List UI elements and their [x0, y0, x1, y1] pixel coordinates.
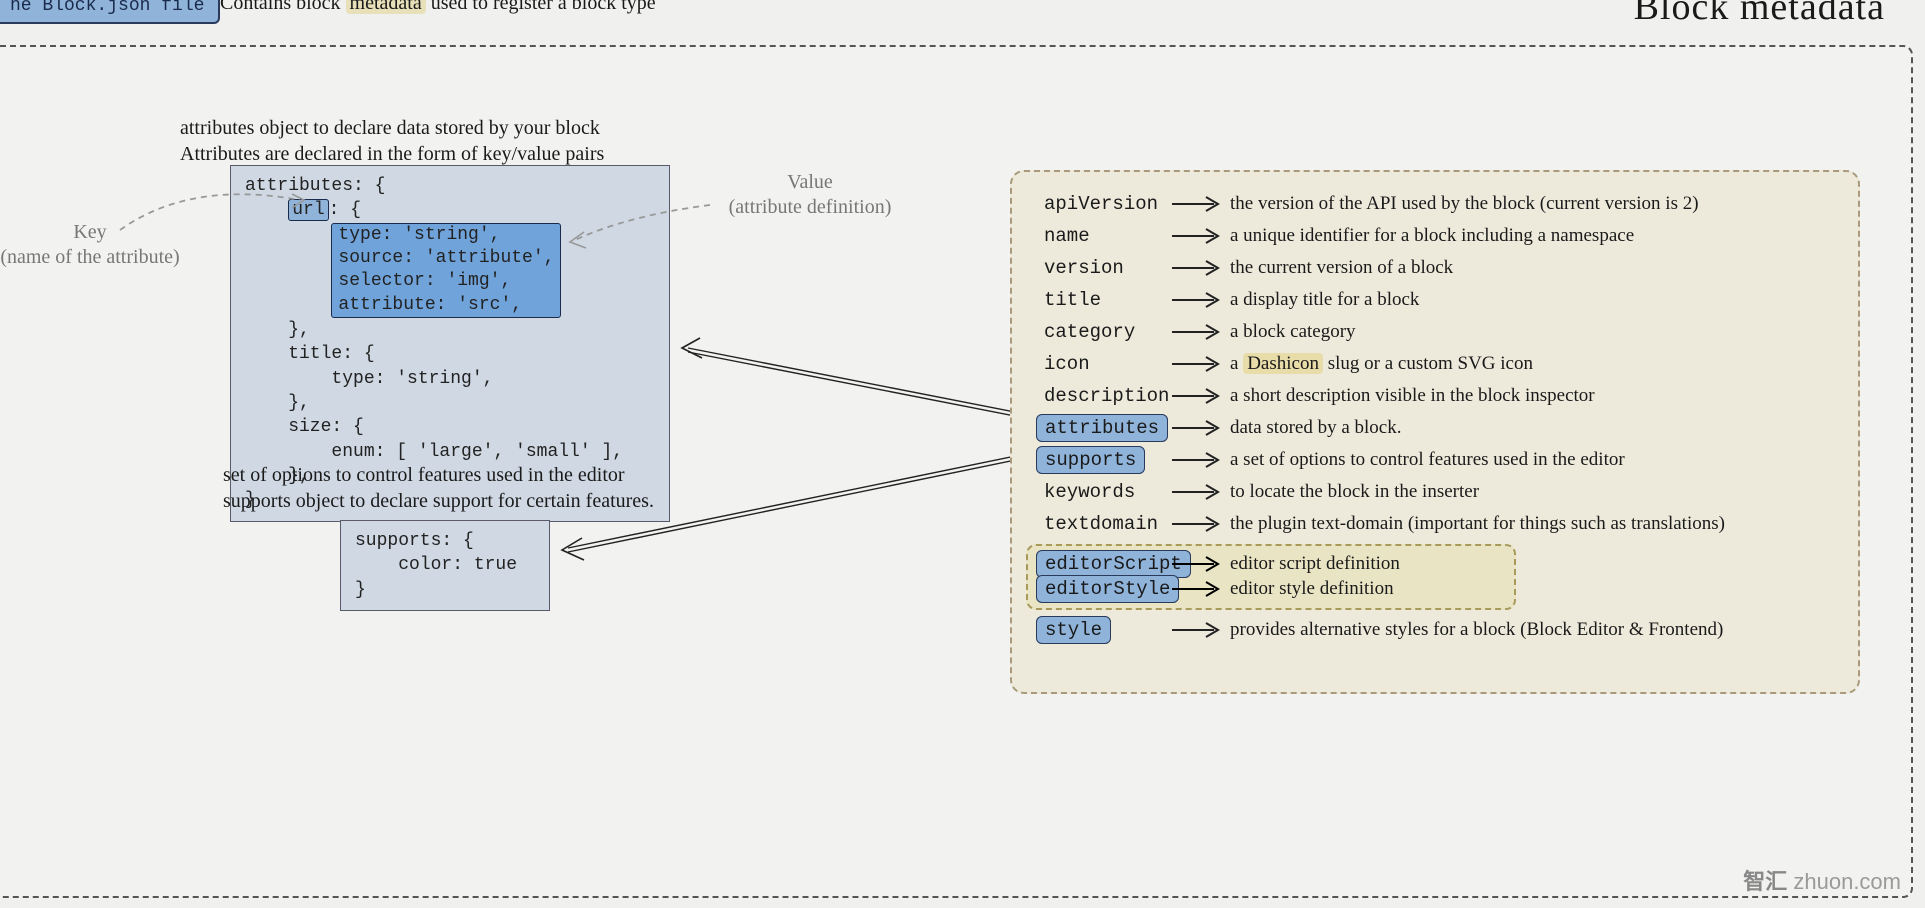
- code-line: source: 'attribute',: [338, 248, 554, 268]
- metadata-key-name: name: [1036, 223, 1098, 249]
- subtitle-post: used to register a block type: [426, 0, 656, 14]
- watermark: 智汇 zhuon.com: [1743, 864, 1901, 896]
- metadata-key-title: title: [1036, 287, 1109, 313]
- arrow-icon: [1170, 418, 1230, 438]
- metadata-row: description a short description visible i…: [1036, 384, 1834, 407]
- metadata-key-icon: icon: [1036, 351, 1098, 377]
- arrow-icon: [1170, 258, 1230, 278]
- arrow-icon: [1170, 290, 1230, 310]
- metadata-row: textdomain the plugin text-domain (import…: [1036, 512, 1834, 535]
- arrow-icon: [1170, 226, 1230, 246]
- block-json-badge: he Block.json file: [0, 0, 220, 24]
- metadata-key-textdomain: textdomain: [1036, 511, 1166, 537]
- subtitle-pre: Contains block: [220, 0, 346, 14]
- metadata-desc: editor script definition: [1230, 553, 1506, 575]
- arrow-icon: [1170, 322, 1230, 342]
- metadata-desc: a short description visible in the block…: [1230, 385, 1834, 407]
- code-line: },: [245, 393, 310, 413]
- metadata-key-supports: supports: [1036, 446, 1145, 474]
- code-line: selector: 'img',: [338, 271, 511, 291]
- metadata-desc: editor style definition: [1230, 578, 1506, 600]
- value-arrow: [560, 200, 760, 270]
- metadata-desc: a block category: [1230, 321, 1834, 343]
- metadata-key-description: description: [1036, 383, 1177, 409]
- metadata-row: editorStyle editor style definition: [1036, 577, 1506, 600]
- metadata-key-keywords: keywords: [1036, 479, 1143, 505]
- metadata-desc: the plugin text-domain (important for th…: [1230, 513, 1834, 535]
- metadata-row: keywords to locate the block in the inser…: [1036, 480, 1834, 503]
- metadata-desc: a display title for a block: [1230, 289, 1834, 311]
- metadata-row: category a block category: [1036, 320, 1834, 343]
- code-line: supports: {: [355, 531, 474, 551]
- metadata-desc: to locate the block in the inserter: [1230, 481, 1834, 503]
- metadata-row: version the current version of a block: [1036, 256, 1834, 279]
- code-line: color: true: [355, 555, 517, 575]
- attributes-desc-line2: Attributes are declared in the form of k…: [180, 141, 604, 167]
- arrow-icon: [1170, 450, 1230, 470]
- page-title: Block metadata: [1634, 0, 1885, 29]
- metadata-desc: a Dashicon slug or a custom SVG icon: [1230, 353, 1834, 375]
- arrow-icon: [1170, 482, 1230, 502]
- metadata-desc: a set of options to control features use…: [1230, 449, 1834, 471]
- metadata-key-style: style: [1036, 616, 1111, 644]
- metadata-row: editorScript editor script definition: [1036, 552, 1506, 575]
- metadata-desc: a unique identifier for a block includin…: [1230, 225, 1834, 247]
- metadata-row: supports a set of options to control feat…: [1036, 448, 1834, 471]
- metadata-key-apiVersion: apiVersion: [1036, 191, 1166, 217]
- attributes-description: attributes object to declare data stored…: [180, 115, 604, 167]
- metadata-row: attributes data stored by a block.: [1036, 416, 1834, 439]
- code-line: },: [245, 320, 310, 340]
- metadata-key-editorScript: editorScript: [1036, 550, 1191, 578]
- metadata-row: name a unique identifier for a block incl…: [1036, 224, 1834, 247]
- value-highlight: type: 'string', source: 'attribute', sel…: [331, 223, 561, 319]
- top-bar: he Block.json file Contains block metada…: [0, 0, 1925, 40]
- code-line: attribute: 'src',: [338, 295, 522, 315]
- editor-definitions-box: editorScripteditor script definitionedit…: [1026, 544, 1516, 610]
- metadata-row: style provides alternative styles for a b…: [1036, 618, 1834, 641]
- metadata-key-editorStyle: editorStyle: [1036, 575, 1179, 603]
- attributes-connector-arrow: [670, 330, 1040, 450]
- code-line: title: {: [245, 344, 375, 364]
- metadata-row: title a display title for a block: [1036, 288, 1834, 311]
- metadata-highlight: metadata: [346, 0, 426, 14]
- code-line: type: 'string',: [245, 369, 493, 389]
- arrow-icon: [1170, 554, 1230, 574]
- metadata-desc: the version of the API used by the block…: [1230, 193, 1834, 215]
- watermark-rest: zhuon.com: [1793, 869, 1901, 894]
- code-line: : {: [329, 200, 361, 220]
- metadata-row: icon a Dashicon slug or a custom SVG icon: [1036, 352, 1834, 375]
- arrow-icon: [1170, 620, 1230, 640]
- metadata-key-attributes: attributes: [1036, 414, 1168, 442]
- metadata-desc: provides alternative styles for a block …: [1230, 619, 1834, 641]
- metadata-key-version: version: [1036, 255, 1132, 281]
- supports-code-block: supports: { color: true }: [340, 520, 550, 611]
- val-annot-l1: Value: [700, 170, 920, 195]
- metadata-desc: data stored by a block.: [1230, 417, 1834, 439]
- key-arrow: [70, 190, 320, 270]
- metadata-desc: the current version of a block: [1230, 257, 1834, 279]
- watermark-bold: 智汇: [1743, 869, 1787, 894]
- metadata-panel: apiVersion the version of the API used by…: [1010, 170, 1860, 694]
- arrow-icon: [1170, 354, 1230, 374]
- metadata-key-category: category: [1036, 319, 1143, 345]
- arrow-icon: [1170, 194, 1230, 214]
- arrow-icon: [1170, 514, 1230, 534]
- arrow-icon: [1170, 386, 1230, 406]
- code-line: }: [355, 580, 366, 600]
- code-line: size: {: [245, 417, 364, 437]
- code-line: type: 'string',: [338, 225, 500, 245]
- metadata-row: apiVersion the version of the API used by…: [1036, 192, 1834, 215]
- arrow-icon: [1170, 579, 1230, 599]
- header-subtitle: Contains block metadata used to register…: [220, 0, 656, 15]
- supports-connector-arrow: [550, 448, 1040, 568]
- attributes-desc-line1: attributes object to declare data stored…: [180, 115, 604, 141]
